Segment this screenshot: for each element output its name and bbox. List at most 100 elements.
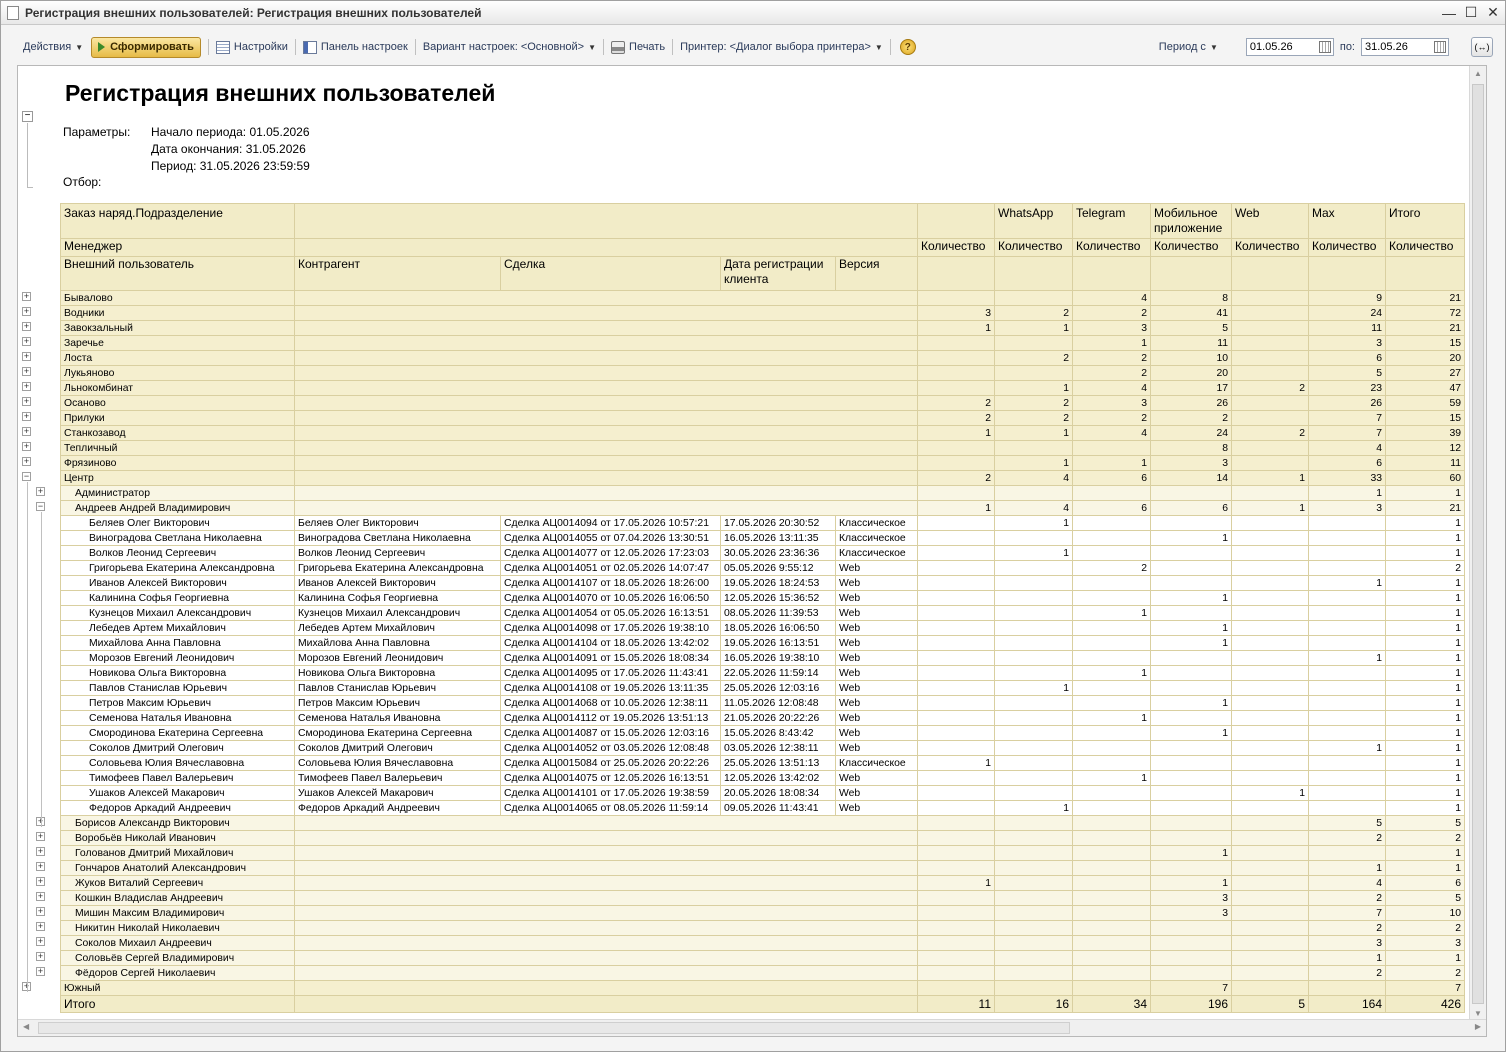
expand-icon[interactable]: + <box>22 397 31 406</box>
division-row[interactable]: Станкозавод 1 1 4 24 2 7 39 <box>60 425 1465 441</box>
user-row[interactable]: Волков Леонид Сергеевич Волков Леонид Сер… <box>60 545 1465 561</box>
division-row[interactable]: Лоста 2 2 10 6 20 <box>60 350 1465 366</box>
user-row[interactable]: Семенова Наталья Ивановна Семенова Наталь… <box>60 710 1465 726</box>
user-row[interactable]: Павлов Станислав Юрьевич Павлов Станислав… <box>60 680 1465 696</box>
scroll-thumb[interactable] <box>1472 84 1484 1004</box>
collapse-icon[interactable]: − <box>36 502 45 511</box>
manager-row[interactable]: Кошкин Владислав Андреевич 3 2 5 <box>60 890 1465 906</box>
user-row[interactable]: Петров Максим Юрьевич Петров Максим Юрьев… <box>60 695 1465 711</box>
expand-icon[interactable]: + <box>22 352 31 361</box>
user-row[interactable]: Виноградова Светлана Николаевна Виноградо… <box>60 530 1465 546</box>
close-button[interactable]: ✕ <box>1483 4 1503 22</box>
division-row[interactable]: Лукьяново 2 20 5 27 <box>60 365 1465 381</box>
division-row[interactable]: Льнокомбинат 1 4 17 2 23 47 <box>60 380 1465 396</box>
user-row[interactable]: Морозов Евгений Леонидович Морозов Евгени… <box>60 650 1465 666</box>
date-from-input[interactable]: 01.05.26 <box>1245 38 1334 56</box>
user-row[interactable]: Смородинова Екатерина Сергеевна Смородино… <box>60 725 1465 741</box>
user-row[interactable]: Тимофеев Павел Валерьевич Тимофеев Павел … <box>60 770 1465 786</box>
expand-icon[interactable]: + <box>36 877 45 886</box>
manager-row[interactable]: Администратор 1 1 <box>60 485 1465 501</box>
user-row[interactable]: Новикова Ольга Викторовна Новикова Ольга … <box>60 665 1465 681</box>
print-button[interactable]: Печать <box>607 36 669 58</box>
qty-cell <box>1072 575 1151 591</box>
manager-row[interactable]: Воробьёв Николай Иванович 2 2 <box>60 830 1465 846</box>
expand-icon[interactable]: + <box>36 952 45 961</box>
variant-menu[interactable]: Вариант настроек: <Основной> ▼ <box>419 36 600 58</box>
user-row[interactable]: Федоров Аркадий Андреевич Федоров Аркадий… <box>60 800 1465 816</box>
scroll-right-icon[interactable]: ▶ <box>1475 1022 1481 1031</box>
expand-icon[interactable]: + <box>22 427 31 436</box>
scroll-thumb[interactable] <box>38 1022 1070 1034</box>
expand-icon[interactable]: + <box>36 847 45 856</box>
user-row[interactable]: Михайлова Анна Павловна Михайлова Анна Па… <box>60 635 1465 651</box>
expand-icon[interactable]: + <box>22 292 31 301</box>
expand-icon[interactable]: + <box>36 892 45 901</box>
user-row[interactable]: Иванов Алексей Викторович Иванов Алексей … <box>60 575 1465 591</box>
minimize-button[interactable]: — <box>1439 4 1459 22</box>
user-row[interactable]: Григорьева Екатерина Александровна Григор… <box>60 560 1465 576</box>
user-row[interactable]: Кузнецов Михаил Александрович Кузнецов Ми… <box>60 605 1465 621</box>
manager-row[interactable]: Фёдоров Сергей Николаевич 2 2 <box>60 965 1465 981</box>
manager-row[interactable]: Голованов Дмитрий Михайлович 1 1 <box>60 845 1465 861</box>
division-row[interactable]: Тепличный 8 4 12 <box>60 440 1465 456</box>
user-row[interactable]: Калинина Софья Георгиевна Калинина Софья … <box>60 590 1465 606</box>
vertical-scrollbar[interactable]: ▲ ▼ <box>1469 66 1486 1021</box>
help-icon[interactable]: ? <box>899 39 916 55</box>
division-row[interactable]: Южный 7 7 <box>60 980 1465 996</box>
user-row[interactable]: Соколов Дмитрий Олегович Соколов Дмитрий … <box>60 740 1465 756</box>
collapse-icon[interactable]: − <box>22 472 31 481</box>
horizontal-scrollbar[interactable]: ◀ ▶ <box>18 1019 1486 1036</box>
manager-row[interactable]: Гончаров Анатолий Александрович 1 1 <box>60 860 1465 876</box>
user-row[interactable]: Лебедев Артем Михайлович Лебедев Артем Ми… <box>60 620 1465 636</box>
expand-icon[interactable]: + <box>36 862 45 871</box>
scroll-left-icon[interactable]: ◀ <box>23 1022 29 1031</box>
generate-button[interactable]: Сформировать <box>91 36 201 58</box>
manager-row[interactable]: Никитин Николай Николаевич 2 2 <box>60 920 1465 936</box>
division-row[interactable]: Водники 3 2 2 41 24 72 <box>60 305 1465 321</box>
settings-button[interactable]: Настройки <box>212 36 292 58</box>
report-area[interactable]: − Регистрация внешних пользователей Пара… <box>17 65 1487 1037</box>
calendar-icon[interactable] <box>1434 41 1446 53</box>
expand-icon[interactable]: + <box>22 442 31 451</box>
division-row[interactable]: Осаново 2 2 3 26 26 59 <box>60 395 1465 411</box>
user-row[interactable]: Беляев Олег Викторович Беляев Олег Виктор… <box>60 515 1465 531</box>
manager-row[interactable]: Андреев Андрей Владимирович 1 4 6 6 1 3 21 <box>60 500 1465 516</box>
expand-icon[interactable]: + <box>36 922 45 931</box>
expand-icon[interactable]: + <box>36 487 45 496</box>
expand-icon[interactable]: + <box>22 412 31 421</box>
division-row[interactable]: Фрязиново 1 1 3 6 11 <box>60 455 1465 471</box>
manager-row[interactable]: Жуков Виталий Сергеевич 1 1 4 6 <box>60 875 1465 891</box>
division-row[interactable]: Центр 2 4 6 14 1 33 60 <box>60 470 1465 486</box>
expand-icon[interactable]: + <box>36 967 45 976</box>
expand-icon[interactable]: + <box>36 907 45 916</box>
division-row[interactable]: Бывалово 4 8 9 21 <box>60 290 1465 306</box>
division-row[interactable]: Заречье 1 11 3 15 <box>60 335 1465 351</box>
scroll-up-icon[interactable]: ▲ <box>1474 69 1482 78</box>
expand-icon[interactable]: + <box>36 937 45 946</box>
expand-icon[interactable]: + <box>22 307 31 316</box>
user-row[interactable]: Ушаков Алексей Макарович Ушаков Алексей М… <box>60 785 1465 801</box>
expand-icon[interactable]: + <box>36 832 45 841</box>
expand-icon[interactable]: + <box>22 382 31 391</box>
calendar-icon[interactable] <box>1318 41 1331 53</box>
period-select-button[interactable]: (↔) <box>1471 37 1493 57</box>
collapse-icon[interactable]: − <box>22 111 33 122</box>
manager-row[interactable]: Мишин Максим Владимирович 3 7 10 <box>60 905 1465 921</box>
manager-row[interactable]: Соловьёв Сергей Владимирович 1 1 <box>60 950 1465 966</box>
division-row[interactable]: Прилуки 2 2 2 2 7 15 <box>60 410 1465 426</box>
maximize-button[interactable]: ☐ <box>1461 4 1481 22</box>
scroll-down-icon[interactable]: ▼ <box>1474 1009 1482 1018</box>
division-row[interactable]: Завокзальный 1 1 3 5 11 21 <box>60 320 1465 336</box>
date-to-input[interactable]: 31.05.26 <box>1361 38 1449 56</box>
expand-icon[interactable]: + <box>22 457 31 466</box>
actions-menu[interactable]: Действия ▼ <box>19 36 87 58</box>
period-menu[interactable]: Период с ▼ <box>1155 36 1222 58</box>
manager-row[interactable]: Соколов Михаил Андреевич 3 3 <box>60 935 1465 951</box>
expand-icon[interactable]: + <box>22 337 31 346</box>
expand-icon[interactable]: + <box>22 322 31 331</box>
user-row[interactable]: Соловьева Юлия Вячеславовна Соловьева Юли… <box>60 755 1465 771</box>
printer-menu[interactable]: Принтер: <Диалог выбора принтера> ▼ <box>676 36 887 58</box>
manager-row[interactable]: Борисов Александр Викторович 5 5 <box>60 815 1465 831</box>
settings-panel-button[interactable]: Панель настроек <box>299 36 412 58</box>
expand-icon[interactable]: + <box>22 367 31 376</box>
